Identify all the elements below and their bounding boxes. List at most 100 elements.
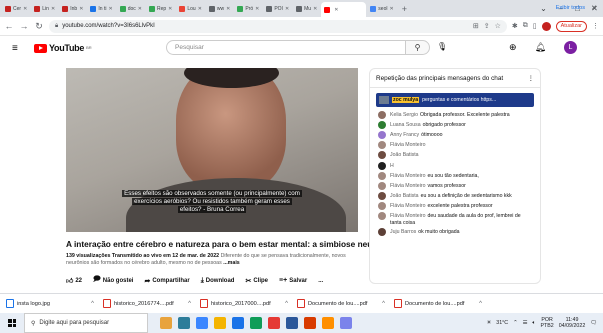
taskbar-app-icon[interactable] — [340, 317, 352, 329]
taskbar-app-icon[interactable] — [250, 317, 262, 329]
tab-close-icon[interactable]: ✕ — [51, 6, 55, 12]
update-button[interactable]: Atualizar — [555, 20, 587, 32]
notification-icon[interactable]: 🗨 — [590, 320, 597, 326]
reload-icon[interactable]: ↻ — [34, 21, 44, 32]
pinned-message[interactable]: zoc mulya perguntas e comentários https.… — [376, 93, 534, 107]
chevron-up-icon[interactable]: ^ — [382, 301, 385, 307]
taskbar-app-icon[interactable] — [160, 317, 172, 329]
browser-tab[interactable]: ww ✕ — [206, 2, 233, 15]
tab-close-icon[interactable]: ✕ — [79, 6, 83, 12]
video-description[interactable]: 139 visualizações Transmitido ao vivo em… — [66, 253, 362, 272]
browser-tab[interactable]: Lou ✕ — [176, 2, 205, 15]
clock[interactable]: 11:49 04/09/2022 — [559, 317, 586, 330]
taskbar-search-input[interactable]: ⚲ Digite aqui para pesquisar — [24, 313, 148, 333]
chevron-up-icon[interactable]: ^ — [285, 301, 288, 307]
chevron-down-icon[interactable]: ⌄ — [535, 4, 552, 13]
chat-message[interactable]: Juju Barros ok muito obrigada — [370, 228, 540, 238]
taskbar-app-icon[interactable] — [214, 317, 226, 329]
tab-close-icon[interactable]: ✕ — [255, 6, 259, 12]
volume-icon[interactable]: 🔈︎ — [532, 320, 535, 327]
chevron-up-icon[interactable]: ^ — [91, 301, 94, 307]
clip-button[interactable]: ✂ Clipe — [245, 277, 268, 285]
tray-chevron-icon[interactable]: ⌃ — [513, 320, 517, 326]
weather-icon[interactable]: ☀ — [487, 320, 492, 326]
dislike-button[interactable]: 🗩 Não gostei — [93, 275, 133, 286]
tab-close-icon[interactable]: ✕ — [285, 6, 289, 12]
taskbar-app-icon[interactable] — [304, 317, 316, 329]
tab-close-icon[interactable]: ✕ — [334, 7, 338, 13]
download-item[interactable]: Documento de lou....pdf ^ — [394, 299, 482, 308]
youtube-logo[interactable]: YouTube BR — [34, 43, 92, 53]
tab-close-icon[interactable]: ✕ — [226, 6, 230, 12]
chat-message[interactable]: H — [370, 161, 540, 171]
download-button[interactable]: ⤓ Download — [201, 277, 235, 285]
download-item[interactable]: insta logo.jpg ^ — [6, 299, 94, 308]
chat-header[interactable]: Repetição das principais mensagens do ch… — [370, 69, 540, 88]
sidepanel-icon[interactable]: ▯ — [533, 22, 537, 30]
search-input[interactable]: Pesquisar — [166, 40, 406, 55]
hamburger-icon[interactable]: ≡ — [12, 43, 26, 54]
profile-avatar[interactable] — [541, 21, 551, 31]
tab-close-icon[interactable]: ✕ — [198, 6, 202, 12]
tab-close-icon[interactable]: ✕ — [138, 6, 142, 12]
menu-icon[interactable]: ⋮ — [592, 22, 599, 30]
taskbar-app-icon[interactable] — [322, 317, 334, 329]
tab-close-icon[interactable]: ✕ — [313, 6, 317, 12]
chat-message[interactable]: Flávia Monteiro vamos professor — [370, 181, 540, 191]
share-button[interactable]: ➦ Compartilhar — [144, 277, 189, 285]
start-button[interactable] — [0, 313, 24, 333]
search-button[interactable]: ⚲ — [406, 40, 430, 55]
browser-tab[interactable]: Pró ✕ — [234, 2, 262, 15]
chat-message[interactable]: Flávia Monteiro — [370, 141, 540, 151]
chat-message[interactable]: Flávia Monteiro deu saudade da aula do pr… — [370, 212, 540, 228]
browser-tab[interactable]: doc ✕ — [117, 2, 145, 15]
language-indicator[interactable]: POR PTB2 — [541, 317, 554, 330]
chat-message[interactable]: Kelia Sergio Obrigada professor. Excelent… — [370, 110, 540, 120]
share-icon[interactable]: ⇪ — [484, 22, 490, 30]
chat-message[interactable]: João Batista eu sou a definição de sedent… — [370, 192, 540, 202]
browser-tab[interactable]: In ti ✕ — [87, 2, 115, 15]
weather-temp[interactable]: 31°C — [496, 320, 508, 326]
back-icon[interactable]: ← — [4, 21, 14, 31]
browser-tab[interactable]: Inb ✕ — [59, 2, 86, 15]
tab-close-icon[interactable]: ✕ — [23, 6, 27, 12]
close-downloads-icon[interactable]: ✕ — [591, 4, 597, 12]
browser-tab[interactable]: POI ✕ — [263, 2, 292, 15]
url-input[interactable]: 🔒︎ youtube.com/watch?v=3I6s6LlvPkI ⊞ ⇪ ☆ — [49, 19, 507, 33]
chat-message[interactable]: João Batista — [370, 151, 540, 161]
browser-tab[interactable]: seol ✕ — [367, 2, 396, 15]
save-button[interactable]: ≡+ Salvar — [279, 277, 307, 284]
tab-close-icon[interactable]: ✕ — [389, 6, 393, 12]
taskbar-app-icon[interactable] — [178, 317, 190, 329]
browser-tab[interactable]: Mu ✕ — [293, 2, 320, 15]
taskbar-app-icon[interactable] — [232, 317, 244, 329]
forward-icon[interactable]: → — [19, 21, 29, 31]
chat-message[interactable]: Flávia Monteiro excelente palestra profes… — [370, 202, 540, 212]
extension-icon[interactable]: ✱ — [512, 22, 518, 30]
microphone-icon[interactable]: 🎙︎ — [437, 42, 447, 51]
network-icon[interactable]: ☰ — [523, 320, 528, 326]
download-item[interactable]: historico_2016774....pdf ^ — [103, 299, 191, 308]
download-item[interactable]: historico_2017000....pdf ^ — [200, 299, 288, 308]
show-all-downloads-button[interactable]: Exibir todos — [556, 5, 585, 11]
chat-message[interactable]: Flávia Monteiro eu sou tão sedentaria, — [370, 171, 540, 181]
chevron-up-icon[interactable]: ^ — [479, 301, 482, 307]
more-vert-icon[interactable]: ⋮ — [528, 74, 534, 82]
more-link[interactable]: ...mais — [223, 260, 240, 266]
browser-tab[interactable]: Lin ✕ — [31, 2, 58, 15]
video-player[interactable]: Esses efeitos são observados somente (ou… — [66, 68, 358, 232]
tab-close-icon[interactable]: ✕ — [108, 6, 112, 12]
chat-message[interactable]: Anny Francy ótimoooo — [370, 130, 540, 140]
taskbar-app-icon[interactable] — [196, 317, 208, 329]
download-item[interactable]: Documento de lou....pdf ^ — [297, 299, 385, 308]
tab-close-icon[interactable]: ✕ — [168, 6, 172, 12]
star-icon[interactable]: ☆ — [495, 22, 501, 30]
user-avatar[interactable]: L — [564, 41, 577, 54]
taskbar-app-icon[interactable] — [268, 317, 280, 329]
create-icon[interactable]: ⊕ — [509, 42, 517, 53]
puzzle-icon[interactable]: ⧉ — [523, 22, 528, 30]
more-actions-button[interactable]: ... — [318, 278, 323, 284]
browser-tab[interactable]: Rep ✕ — [146, 2, 175, 15]
bell-icon[interactable]: 🔔︎ — [535, 42, 546, 53]
chevron-up-icon[interactable]: ^ — [188, 301, 191, 307]
